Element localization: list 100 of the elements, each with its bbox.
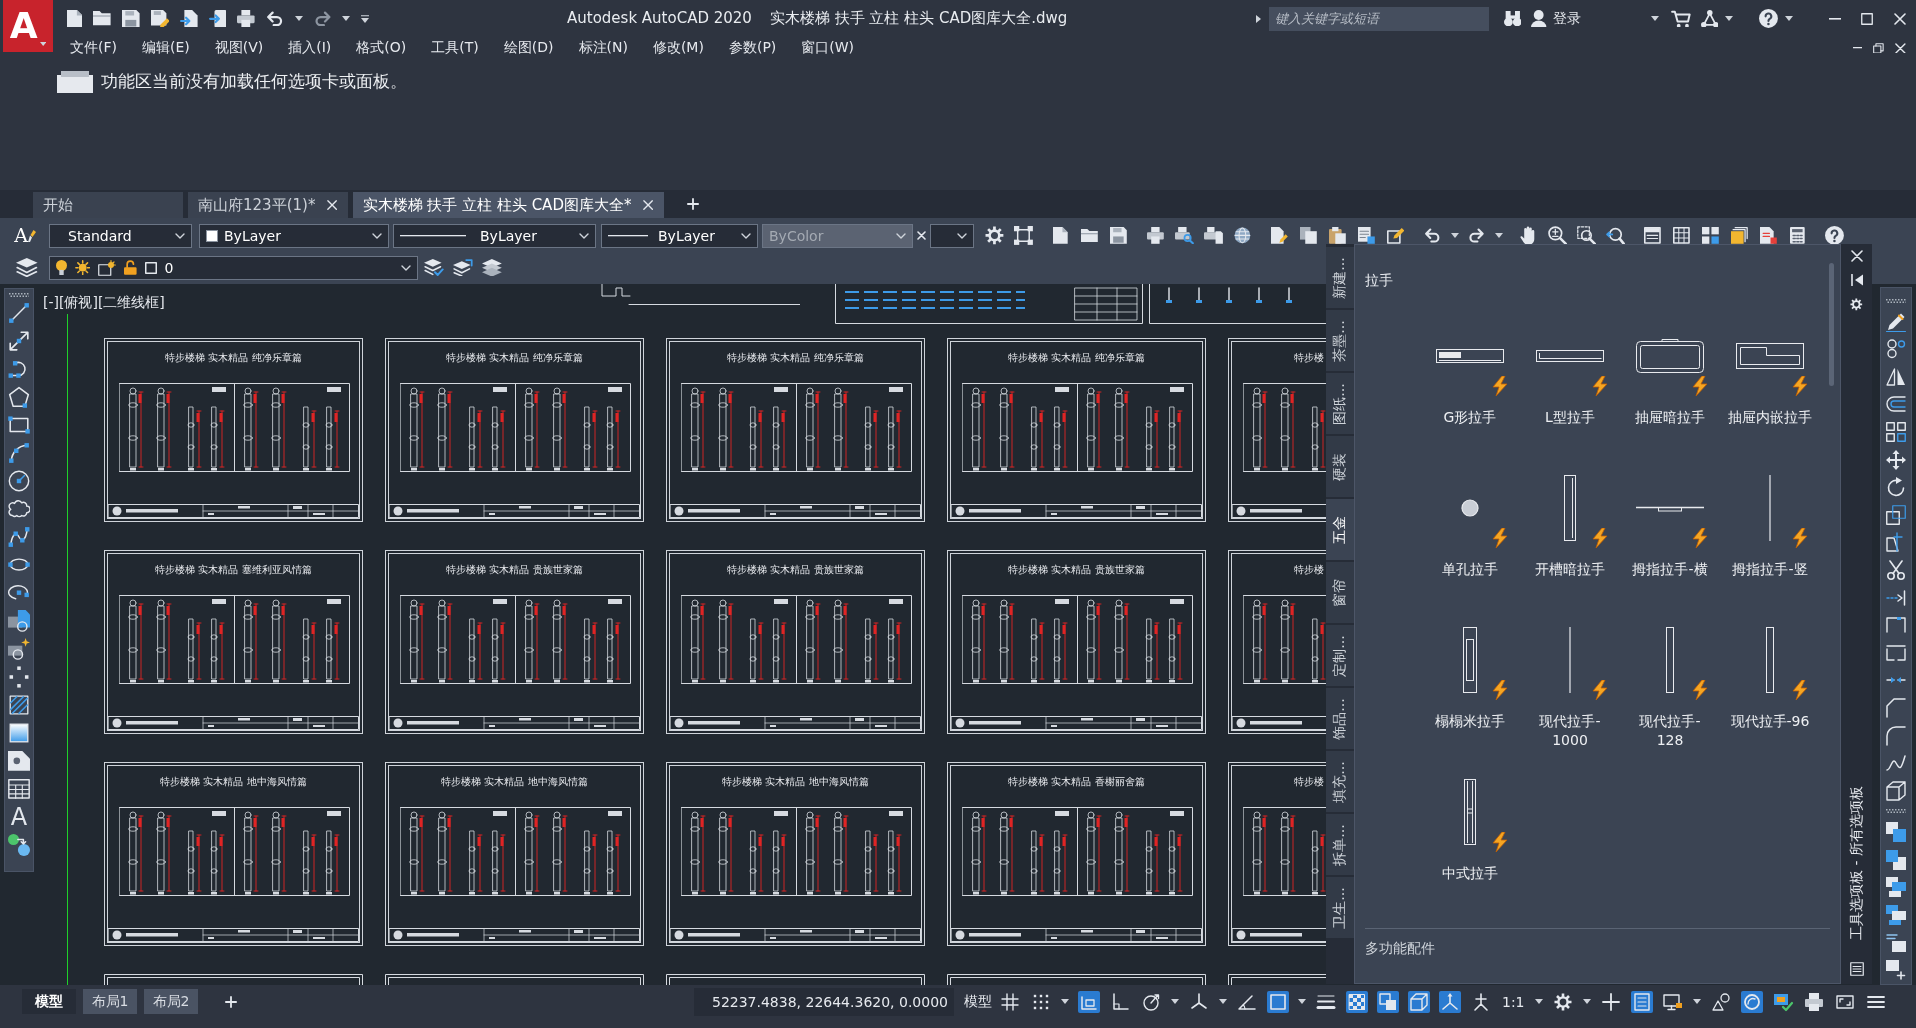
caret-icon[interactable]: [1061, 999, 1069, 1004]
palette-tab[interactable]: 图纸...: [1326, 373, 1354, 434]
calculator-icon[interactable]: [1790, 227, 1805, 244]
list-window-icon[interactable]: [1849, 962, 1864, 976]
palette-tab[interactable]: 卫生...: [1326, 877, 1354, 938]
wave-curve-icon[interactable]: [1886, 755, 1906, 772]
stacked-squares-icon[interactable]: [1886, 904, 1906, 925]
file-tab[interactable]: 实木楼梯 扶手 立柱 柱头 CAD图库大全*: [352, 192, 664, 218]
chevron-icon[interactable]: [741, 232, 751, 239]
rectangle-star-icon[interactable]: [8, 638, 30, 660]
plus-icon[interactable]: [686, 198, 699, 210]
pentagon-icon[interactable]: [8, 386, 30, 408]
help-icon[interactable]: [1825, 226, 1844, 245]
palette-tool[interactable]: 现代拉手-1000: [1520, 616, 1620, 750]
beveled-corner-icon[interactable]: [1886, 697, 1906, 718]
padlock-icon[interactable]: [124, 260, 137, 275]
lineweight-dropdown[interactable]: ByLayer: [601, 223, 758, 248]
circle-arc-icon[interactable]: [1740, 990, 1763, 1013]
document-circle-icon[interactable]: [8, 610, 30, 632]
palette-tab[interactable]: 拆单...: [1326, 814, 1354, 875]
caret-icon[interactable]: [1534, 999, 1543, 1004]
menu-item[interactable]: 工具(T): [431, 39, 479, 57]
grid-panel-icon[interactable]: [1673, 227, 1690, 244]
palette-tab[interactable]: 茶墨...: [1326, 310, 1354, 371]
restore-icon[interactable]: [1873, 42, 1885, 54]
right-caret-icon[interactable]: [1255, 14, 1261, 23]
magnifier-window-icon[interactable]: [1577, 226, 1596, 245]
double-arrow-line-icon[interactable]: [8, 330, 30, 352]
palette-tool[interactable]: 现代拉手-96: [1720, 616, 1820, 750]
undo-arrow-icon[interactable]: [266, 10, 284, 27]
caret-icon[interactable]: [1692, 999, 1701, 1004]
offset-curves-icon[interactable]: [1886, 396, 1906, 413]
caret-icon[interactable]: [1725, 16, 1734, 21]
circles-arrow-icon[interactable]: [8, 834, 30, 856]
caret-icon[interactable]: [39, 42, 47, 46]
mirror-triangles-icon[interactable]: [1886, 367, 1906, 386]
search-field[interactable]: 键入关键字或短语: [1268, 6, 1489, 31]
document-lines-icon[interactable]: [1358, 227, 1375, 244]
printer-document-icon[interactable]: [1204, 227, 1223, 244]
layers-arrow-icon[interactable]: [453, 258, 473, 277]
document-icon[interactable]: [67, 9, 83, 28]
close-icon[interactable]: [1895, 42, 1906, 54]
rounded-corner-icon[interactable]: [1886, 725, 1906, 746]
corner-rectangle-icon[interactable]: [1078, 990, 1100, 1013]
square-icon[interactable]: [1267, 990, 1289, 1013]
palette-tab[interactable]: 窗帘: [1326, 562, 1354, 623]
caret-icon[interactable]: [1450, 233, 1459, 238]
minimize-icon[interactable]: [1829, 17, 1841, 20]
square-handles-icon[interactable]: [1014, 226, 1033, 245]
window-panel-icon[interactable]: [1644, 227, 1661, 244]
grid-icon[interactable]: [999, 990, 1021, 1013]
rotate-arrow-icon[interactable]: [1886, 477, 1906, 498]
table-icon[interactable]: [8, 779, 30, 799]
overlapping-squares-icon[interactable]: [1377, 990, 1399, 1013]
scrollbar-thumb[interactable]: [1829, 263, 1834, 386]
plus-icon[interactable]: [225, 995, 237, 1008]
palette-tool[interactable]: 拇指拉手-竖: [1720, 464, 1820, 598]
clipboard-icon[interactable]: [1329, 227, 1346, 244]
layers-stack-icon[interactable]: [482, 258, 502, 277]
globe-icon[interactable]: [1234, 227, 1251, 244]
document-arrow-icon[interactable]: [180, 9, 198, 28]
model-space-button[interactable]: 模型: [964, 992, 992, 1011]
layout-tab[interactable]: 模型: [22, 989, 76, 1014]
chevron-icon[interactable]: [957, 232, 967, 239]
list-icon[interactable]: [1630, 990, 1653, 1013]
arrow-bar-icon[interactable]: [1886, 589, 1906, 606]
annotation-scale-button[interactable]: 1:1: [1502, 993, 1525, 1010]
caret-icon[interactable]: [342, 16, 351, 21]
magnifier-icon[interactable]: [1548, 226, 1567, 245]
palette-tool[interactable]: 抽屉内嵌拉手: [1720, 312, 1820, 446]
close-icon[interactable]: [1894, 12, 1906, 25]
palette-tool[interactable]: 中式拉手: [1420, 768, 1520, 902]
layers-icon[interactable]: [16, 257, 38, 278]
menu-item[interactable]: 绘图(D): [503, 39, 554, 57]
printer-icon[interactable]: [237, 9, 256, 28]
circle-icon[interactable]: [8, 470, 30, 492]
scissors-icon[interactable]: [1886, 559, 1906, 580]
printer-icon[interactable]: [1147, 227, 1164, 244]
close-icon[interactable]: [917, 231, 926, 240]
floppy-disk-pencil-icon[interactable]: [150, 9, 170, 28]
move-arrows-icon[interactable]: [1886, 449, 1906, 470]
ellipse-icon[interactable]: [8, 558, 30, 572]
app-menu-button[interactable]: A: [3, 0, 53, 52]
lines-square-icon[interactable]: [1886, 932, 1906, 953]
text-tool-button[interactable]: A: [10, 806, 28, 828]
points-icon[interactable]: [8, 666, 30, 688]
palette-tab[interactable]: 填充...: [1326, 751, 1354, 812]
close-icon[interactable]: [327, 199, 338, 211]
rectangle-icon[interactable]: [8, 414, 30, 436]
scale-squares-icon[interactable]: [1886, 504, 1906, 525]
cart-icon[interactable]: [1670, 9, 1691, 28]
redo-arrow-icon[interactable]: [1468, 228, 1485, 243]
sign-in-link[interactable]: 登录: [1552, 9, 1581, 28]
caret-icon[interactable]: [1298, 999, 1306, 1004]
viewport-label[interactable]: [-][俯视][二维线框]: [43, 294, 165, 312]
color-dropdown[interactable]: ByLayer: [199, 223, 389, 248]
document-pencil-icon[interactable]: [1271, 227, 1288, 244]
plus-icon[interactable]: [1599, 990, 1622, 1013]
stacked-sheets-icon[interactable]: [1731, 227, 1748, 244]
join-arrows-icon[interactable]: [1886, 675, 1906, 686]
